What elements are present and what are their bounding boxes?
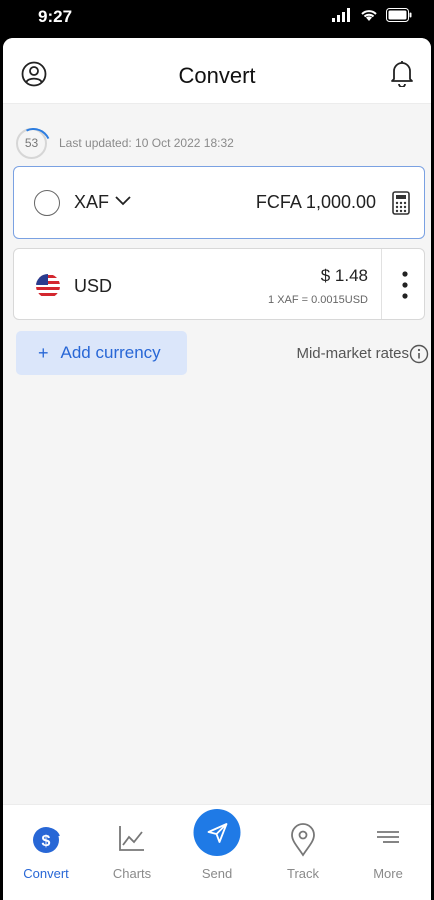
app-screen: Convert 53 Last updated: 10 Oct 2022 18:… [3, 38, 431, 900]
add-currency-button[interactable]: + Add currency [16, 331, 187, 375]
signal-icon [332, 8, 350, 22]
base-amount[interactable]: FCFA 1,000.00 [256, 192, 376, 213]
chevron-down-icon[interactable] [114, 194, 132, 212]
refresh-countdown: 53 [24, 136, 39, 150]
battery-icon [386, 8, 412, 22]
location-pin-icon [289, 823, 317, 862]
tab-charts[interactable]: Charts [89, 805, 175, 900]
add-currency-label: Add currency [60, 343, 161, 362]
tab-label-send: Send [201, 866, 233, 881]
status-icons [332, 8, 412, 22]
update-row: 53 Last updated: 10 Oct 2022 18:32 [16, 127, 234, 159]
base-currency-code[interactable]: XAF [74, 192, 109, 213]
target-currency-code[interactable]: USD [74, 276, 112, 297]
calculator-icon[interactable] [392, 191, 410, 220]
tab-label-track: Track [286, 866, 320, 881]
wifi-icon [361, 10, 377, 21]
chart-icon [117, 823, 147, 858]
tab-label-convert: Convert [23, 866, 69, 881]
base-currency-card[interactable]: XAF FCFA 1,000.00 [13, 166, 425, 239]
tab-more[interactable]: More [345, 805, 431, 900]
send-icon [193, 809, 241, 856]
target-currency-card[interactable]: USD $ 1.48 1 XAF = 0.0015USD [13, 248, 425, 320]
tab-track[interactable]: Track [260, 805, 346, 900]
tab-label-charts: Charts [112, 866, 152, 881]
exchange-rate: 1 XAF = 0.0015USD [268, 294, 368, 306]
tab-convert[interactable]: $ Convert [3, 805, 89, 900]
flag-icon [35, 273, 61, 304]
page-title: Convert [178, 63, 256, 88]
svg-text:$: $ [42, 833, 51, 850]
menu-icon [374, 823, 402, 856]
plus-icon: + [38, 342, 49, 363]
base-radio[interactable] [34, 190, 60, 216]
dollar-icon: $ [29, 823, 63, 862]
mid-market-rates-link[interactable]: Mid-market rates [296, 345, 409, 362]
status-bar: 9:27 [0, 0, 434, 38]
app-header: Convert [3, 38, 431, 104]
bottom-tab-bar: $ Convert Charts Send Track More [3, 804, 431, 900]
status-time: 9:27 [38, 7, 73, 26]
info-icon[interactable] [409, 344, 429, 369]
more-vertical-icon[interactable] [399, 269, 411, 306]
tab-label-more: More [373, 866, 403, 881]
last-updated-text: Last updated: 10 Oct 2022 18:32 [59, 136, 234, 150]
refresh-timer[interactable]: 53 [16, 127, 47, 159]
target-amount[interactable]: $ 1.48 [321, 266, 368, 286]
card-divider [381, 249, 382, 319]
bell-icon[interactable] [389, 59, 415, 92]
tab-send[interactable]: Send [174, 805, 260, 900]
